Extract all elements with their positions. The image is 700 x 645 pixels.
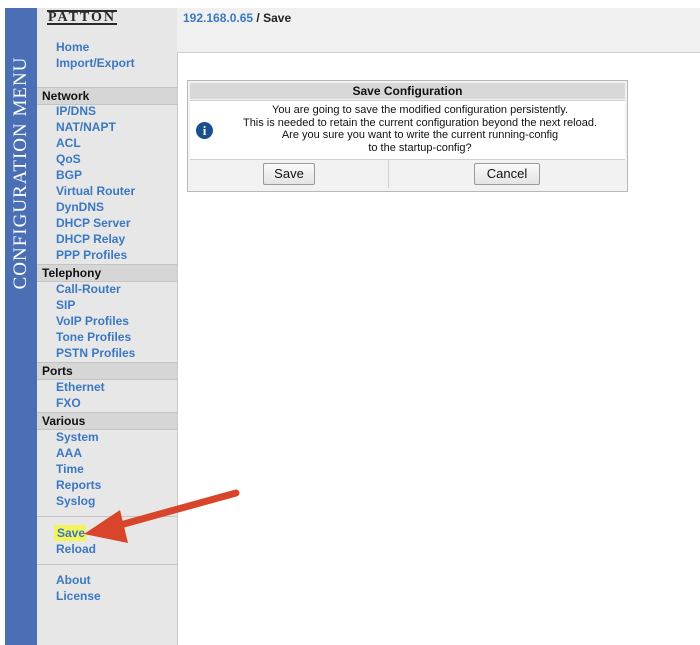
dialog-body: i You are going to save the modified con…: [190, 100, 625, 160]
sidebar-item-qos[interactable]: QoS: [56, 152, 81, 166]
sidebar-item-ip-dns[interactable]: IP/DNS: [56, 104, 96, 118]
sidebar-item-nat-napt[interactable]: NAT/NAPT: [56, 120, 116, 134]
save-cell: Save: [190, 160, 388, 188]
section-telephony-title: Telephony: [42, 266, 102, 280]
sidebar-item-time[interactable]: Time: [56, 462, 84, 476]
sidebar-item-sip[interactable]: SIP: [56, 298, 75, 312]
sidebar-item-import-export[interactable]: Import/Export: [56, 56, 135, 70]
section-network-title: Network: [42, 89, 90, 103]
section-network: Network: [37, 87, 177, 105]
sidebar-divider: [37, 564, 177, 565]
logo: PATTON: [47, 10, 118, 26]
sidebar-item-dhcp-server[interactable]: DHCP Server: [56, 216, 130, 230]
sidebar-item-about[interactable]: About: [56, 573, 91, 587]
sidebar-item-system[interactable]: System: [56, 430, 99, 444]
dialog-title: Save Configuration: [190, 83, 625, 99]
sidebar-item-dhcp-relay[interactable]: DHCP Relay: [56, 232, 125, 246]
sidebar-item-fxo[interactable]: FXO: [56, 396, 81, 410]
sidebar: PATTON Home Import/Export Network IP/DNS…: [37, 8, 178, 645]
breadcrumb-host-link[interactable]: 192.168.0.65: [183, 11, 253, 25]
menu-band: CONFIGURATION MENU: [5, 8, 37, 645]
sidebar-item-reports[interactable]: Reports: [56, 478, 101, 492]
dialog-message: You are going to save the modified confi…: [220, 104, 620, 154]
menu-title: CONFIGURATION MENU: [10, 56, 31, 290]
dialog-message-line: to the startup-config?: [368, 141, 472, 154]
section-ports: Ports: [37, 362, 177, 380]
dialog-message-line: This is needed to retain the current con…: [242, 116, 598, 129]
sidebar-item-aaa[interactable]: AAA: [56, 446, 82, 460]
save-configuration-dialog: Save Configuration i You are going to sa…: [187, 80, 628, 192]
sidebar-item-ppp-profiles[interactable]: PPP Profiles: [56, 248, 127, 262]
sidebar-item-voip-profiles[interactable]: VoIP Profiles: [56, 314, 129, 328]
sidebar-item-tone-profiles[interactable]: Tone Profiles: [56, 330, 131, 344]
section-ports-title: Ports: [42, 364, 73, 378]
section-telephony: Telephony: [37, 264, 177, 282]
sidebar-item-acl[interactable]: ACL: [56, 136, 81, 150]
sidebar-item-dyndns[interactable]: DynDNS: [56, 200, 104, 214]
sidebar-item-bgp[interactable]: BGP: [56, 168, 82, 182]
sidebar-divider: [37, 516, 177, 517]
breadcrumb-current: Save: [263, 11, 292, 25]
info-icon: i: [196, 122, 213, 139]
section-various: Various: [37, 412, 177, 430]
sidebar-item-reload[interactable]: Reload: [56, 542, 96, 556]
breadcrumb-separator: /: [253, 11, 264, 25]
dialog-message-line: You are going to save the modified confi…: [272, 104, 568, 116]
sidebar-item-call-router[interactable]: Call-Router: [56, 282, 121, 296]
sidebar-item-save[interactable]: Save: [57, 526, 85, 540]
sidebar-item-home[interactable]: Home: [56, 40, 89, 54]
header-bar: 192.168.0.65 / Save: [177, 8, 700, 53]
logo-text: PATTON: [47, 10, 118, 25]
cancel-cell: Cancel: [389, 160, 625, 188]
save-button[interactable]: Save: [263, 163, 315, 185]
section-various-title: Various: [42, 414, 86, 428]
sidebar-item-virtual-router[interactable]: Virtual Router: [56, 184, 135, 198]
dialog-button-row: Save Cancel: [190, 160, 625, 188]
sidebar-item-syslog[interactable]: Syslog: [56, 494, 95, 508]
breadcrumb: 192.168.0.65 / Save: [183, 11, 291, 25]
cancel-button[interactable]: Cancel: [474, 163, 540, 185]
sidebar-item-license[interactable]: License: [56, 589, 101, 603]
logo-area: PATTON: [37, 8, 177, 36]
dialog-message-line: Are you sure you want to write the curre…: [281, 129, 559, 141]
sidebar-item-ethernet[interactable]: Ethernet: [56, 380, 105, 394]
sidebar-item-pstn-profiles[interactable]: PSTN Profiles: [56, 346, 135, 360]
